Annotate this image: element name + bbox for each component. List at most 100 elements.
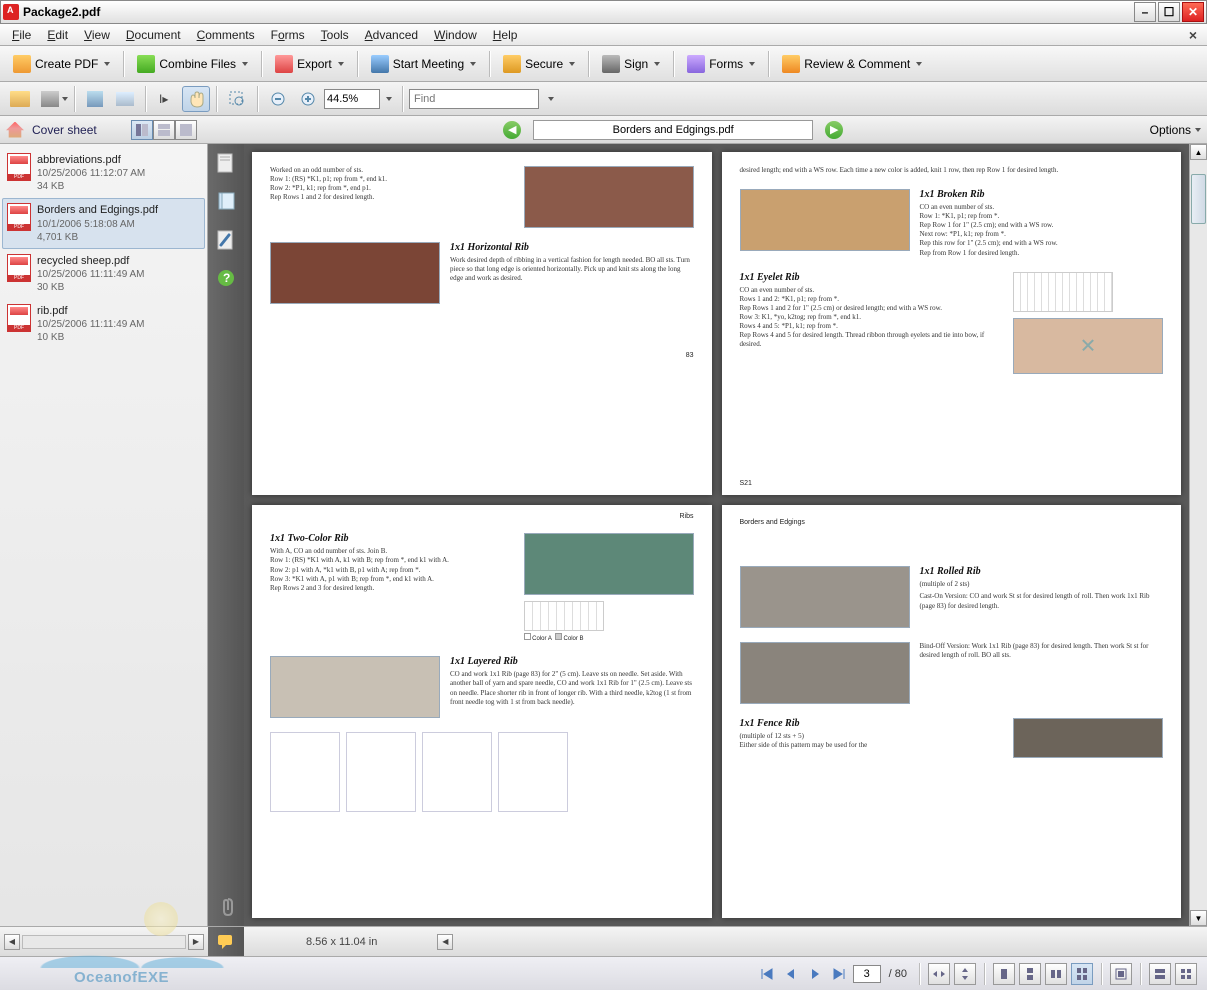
last-page-button[interactable] [829, 964, 849, 984]
scroll-thumb[interactable] [1191, 174, 1206, 224]
knit-swatch-image [270, 656, 440, 718]
two-up-button[interactable] [1045, 963, 1067, 985]
fit-width-button[interactable] [928, 963, 950, 985]
chart-grid-icon [1013, 272, 1113, 312]
bookmarks-panel-icon[interactable] [214, 190, 238, 214]
file-list-item[interactable]: recycled sheep.pdf10/25/2006 11:11:49 AM… [2, 249, 205, 299]
page-dimensions-label: 8.56 x 11.04 in [306, 936, 377, 948]
minimize-button[interactable]: – [1134, 2, 1156, 22]
pdf-file-icon [7, 254, 31, 282]
page-number-input[interactable] [853, 965, 881, 983]
menu-view[interactable]: View [76, 26, 118, 44]
sidebar-hscroll[interactable]: ◀ ▶ [0, 934, 208, 950]
scroll-up-button[interactable]: ▲ [1190, 144, 1207, 160]
print-button[interactable] [36, 86, 64, 112]
zoom-dropdown-icon[interactable] [386, 97, 392, 101]
pages-container: Worked on an odd number of sts. Row 1: (… [244, 144, 1189, 926]
meeting-icon [371, 55, 389, 73]
next-page-button[interactable] [805, 964, 825, 984]
file-list-item[interactable]: rib.pdf10/25/2006 11:11:49 AM10 KB [2, 299, 205, 349]
print-dropdown-icon[interactable] [62, 97, 68, 101]
menu-edit[interactable]: Edit [39, 26, 76, 44]
marquee-zoom-button[interactable] [223, 86, 251, 112]
secure-button[interactable]: Secure [496, 50, 582, 78]
pdf-page: Borders and Edgings 1x1 Rolled Rib(multi… [722, 505, 1182, 918]
knit-swatch-image [740, 642, 910, 704]
review-comment-button[interactable]: Review & Comment [775, 50, 929, 78]
zoom-out-button[interactable] [264, 86, 292, 112]
scroll-track[interactable] [1190, 160, 1207, 910]
start-meeting-button[interactable]: Start Meeting [364, 50, 483, 78]
scroll-down-button[interactable]: ▼ [1190, 910, 1207, 926]
menu-file[interactable]: File [4, 26, 39, 44]
zoom-level-input[interactable] [324, 89, 380, 109]
comments-panel-icon[interactable] [216, 933, 236, 951]
export-button[interactable]: Export [268, 50, 351, 78]
minimize-panel-button[interactable] [175, 120, 197, 140]
forms-button[interactable]: Forms [680, 50, 762, 78]
hscroll-track[interactable] [22, 935, 186, 949]
title-bar: Package2.pdf – ☐ ✕ [0, 0, 1207, 24]
sign-button[interactable]: Sign [595, 50, 667, 78]
combine-files-button[interactable]: Combine Files [130, 50, 255, 78]
pages-panel-icon[interactable] [214, 152, 238, 176]
knit-swatch-image [524, 166, 694, 228]
home-icon[interactable] [6, 122, 24, 138]
file-size-label: 10 KB [37, 331, 145, 344]
open-button[interactable] [6, 86, 34, 112]
lock-icon [503, 55, 521, 73]
knit-swatch-image [740, 566, 910, 628]
menu-window[interactable]: Window [426, 26, 485, 44]
envelope-icon [116, 92, 134, 106]
split-view-button[interactable] [1149, 963, 1171, 985]
spreadsheet-split-button[interactable] [1175, 963, 1197, 985]
close-document-icon[interactable]: × [1183, 27, 1203, 43]
single-page-button[interactable] [993, 963, 1015, 985]
file-list-item[interactable]: Borders and Edgings.pdf10/1/2006 5:18:08… [2, 198, 205, 248]
two-up-continuous-button[interactable] [1071, 963, 1093, 985]
vertical-scrollbar[interactable]: ▲ ▼ [1189, 144, 1207, 926]
file-list-item[interactable]: abbreviations.pdf10/25/2006 11:12:07 AM3… [2, 148, 205, 198]
file-name-label: recycled sheep.pdf [37, 254, 145, 268]
menu-tools[interactable]: Tools [313, 26, 357, 44]
zoom-in-button[interactable] [294, 86, 322, 112]
reading-mode-button[interactable] [1110, 963, 1132, 985]
next-doc-button[interactable]: ▶ [825, 121, 843, 139]
attachments-panel-icon[interactable] [214, 894, 238, 918]
menu-document[interactable]: Document [118, 26, 189, 44]
document-viewport[interactable]: Worked on an odd number of sts. Row 1: (… [244, 144, 1207, 926]
options-menu[interactable]: Options [1150, 123, 1201, 137]
file-name-label: rib.pdf [37, 304, 145, 318]
menu-comments[interactable]: Comments [189, 26, 263, 44]
hscroll-left-button[interactable]: ◀ [4, 934, 20, 950]
single-continuous-button[interactable] [1019, 963, 1041, 985]
create-pdf-button[interactable]: Create PDF [6, 50, 117, 78]
hscroll-right-button[interactable]: ▶ [188, 934, 204, 950]
cover-sheet-link[interactable]: Cover sheet [28, 123, 101, 137]
signatures-panel-icon[interactable] [214, 228, 238, 252]
file-size-label: 4,701 KB [37, 231, 158, 244]
menu-help[interactable]: Help [485, 26, 526, 44]
email-button[interactable] [111, 86, 139, 112]
find-dropdown-button[interactable] [541, 86, 559, 112]
list-view-button[interactable] [131, 120, 153, 140]
maximize-button[interactable]: ☐ [1158, 2, 1180, 22]
prev-page-button[interactable] [781, 964, 801, 984]
prev-doc-button[interactable]: ◀ [503, 121, 521, 139]
doc-hscroll-left-button[interactable]: ◀ [437, 934, 453, 950]
pen-icon [602, 55, 620, 73]
app-icon [3, 4, 19, 20]
find-input[interactable] [409, 89, 539, 109]
help-panel-icon[interactable]: ? [214, 266, 238, 290]
file-size-label: 30 KB [37, 281, 145, 294]
menu-advanced[interactable]: Advanced [357, 26, 426, 44]
pdf-file-icon [7, 203, 31, 231]
hand-tool-button[interactable] [182, 86, 210, 112]
menu-forms[interactable]: Forms [263, 26, 313, 44]
close-button[interactable]: ✕ [1182, 2, 1204, 22]
save-button[interactable] [81, 86, 109, 112]
detail-view-button[interactable] [153, 120, 175, 140]
first-page-button[interactable] [757, 964, 777, 984]
fit-page-button[interactable] [954, 963, 976, 985]
select-tool-button[interactable]: I▸ [152, 86, 180, 112]
